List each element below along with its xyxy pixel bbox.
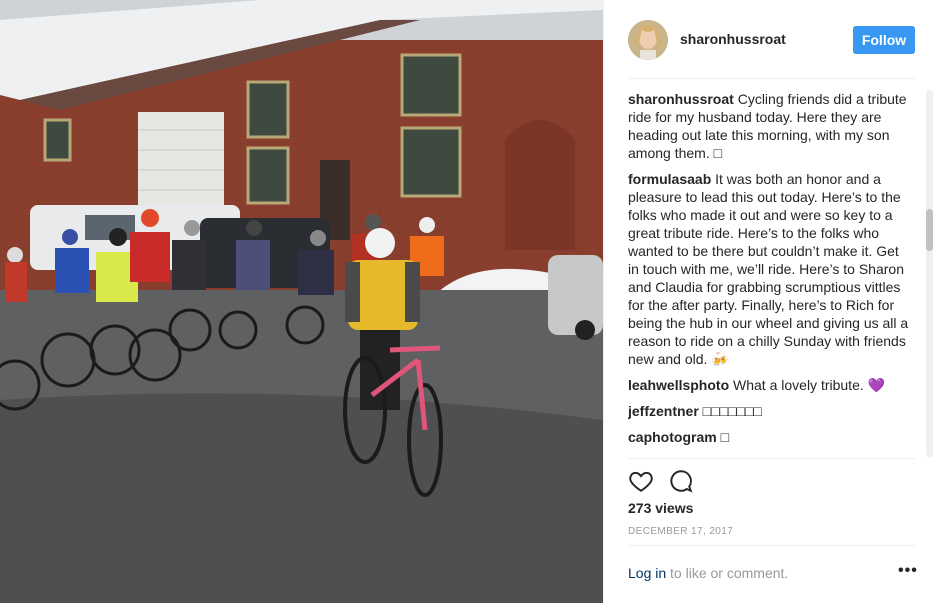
more-options-icon[interactable]: ••• <box>898 562 918 580</box>
comment-username[interactable]: formulasaab <box>628 171 711 187</box>
avatar[interactable] <box>628 20 668 60</box>
list-item: jeffzentner □□□□□□□ <box>628 402 911 420</box>
caption-comment: sharonhussroat Cycling friends did a tri… <box>628 90 911 162</box>
cyclists-photo-illustration <box>0 0 603 603</box>
comment-username[interactable]: jeffzentner <box>628 403 699 419</box>
comment-username[interactable]: leahwellsphoto <box>628 377 729 393</box>
comments-list[interactable]: sharonhussroat Cycling friends did a tri… <box>628 90 911 458</box>
comment-text: What a lovely tribute. 💜 <box>729 377 886 393</box>
comment-icon[interactable] <box>668 468 694 494</box>
list-item: formulasaab It was both an honor and a p… <box>628 170 911 368</box>
avatar-image <box>628 20 668 60</box>
comment-username[interactable]: sharonhussroat <box>628 91 734 107</box>
post-username[interactable]: sharonhussroat <box>680 31 786 47</box>
views-count: 273 views <box>628 500 694 516</box>
login-link[interactable]: Log in <box>628 565 666 581</box>
comment-text: □ <box>716 429 730 445</box>
post-header: sharonhussroat Follow <box>604 0 939 78</box>
footer-divider <box>628 545 915 546</box>
header-divider <box>628 78 915 79</box>
comments-scrollbar-track[interactable] <box>926 90 933 458</box>
comment-username[interactable]: caphotogram <box>628 429 717 445</box>
comment-text: □□□□□□□ <box>698 403 762 419</box>
post-photo[interactable] <box>0 0 603 603</box>
list-item: caphotogram □ <box>628 428 911 446</box>
heart-icon[interactable] <box>628 468 654 494</box>
login-prompt: Log in to like or comment. <box>628 565 788 581</box>
post-date[interactable]: DECEMBER 17, 2017 <box>628 526 733 537</box>
instagram-post-view: sharonhussroat Follow sharonhussroat Cyc… <box>0 0 939 603</box>
actions-divider <box>628 458 915 459</box>
comment-text: It was both an honor and a pleasure to l… <box>628 171 909 367</box>
comments-scrollbar-thumb[interactable] <box>926 209 933 251</box>
post-side-panel: sharonhussroat Follow sharonhussroat Cyc… <box>603 0 939 603</box>
follow-button[interactable]: Follow <box>853 26 915 54</box>
login-prompt-text: to like or comment. <box>666 565 789 581</box>
list-item: leahwellsphoto What a lovely tribute. 💜 <box>628 376 911 394</box>
